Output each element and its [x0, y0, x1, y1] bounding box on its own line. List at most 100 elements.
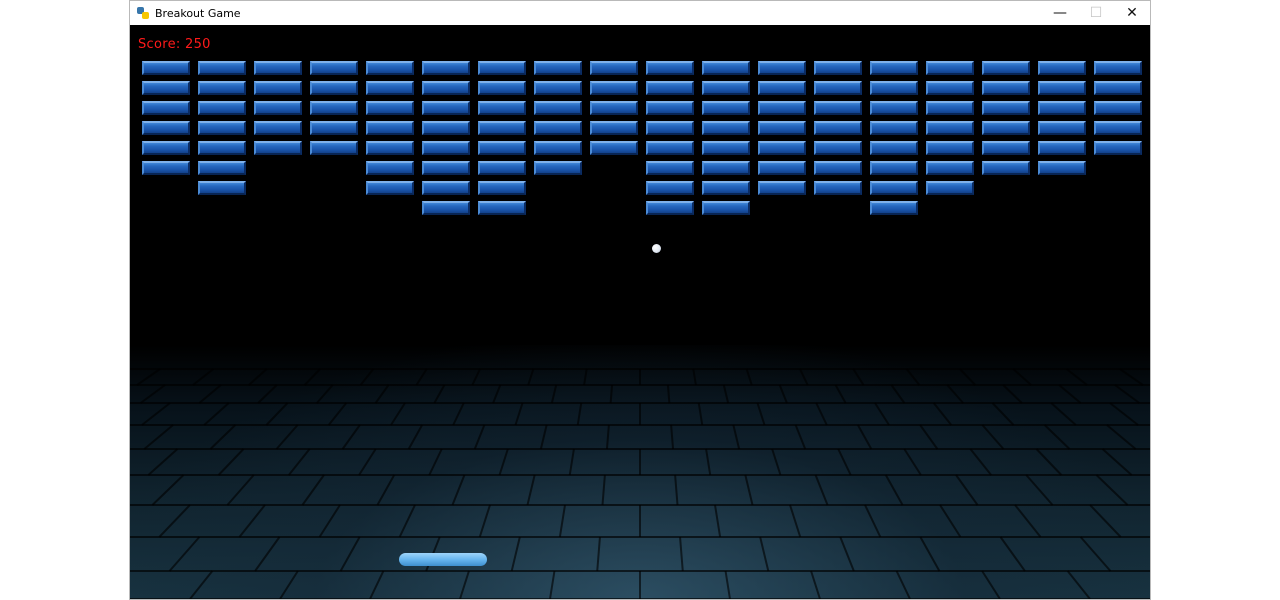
- brick: [982, 81, 1030, 95]
- brick: [870, 121, 918, 135]
- brick: [366, 141, 414, 155]
- brick: [702, 181, 750, 195]
- brick: [982, 121, 1030, 135]
- brick: [478, 201, 526, 215]
- brick: [590, 141, 638, 155]
- brick: [198, 81, 246, 95]
- brick: [926, 141, 974, 155]
- brick: [366, 61, 414, 75]
- brick: [590, 101, 638, 115]
- brick: [310, 101, 358, 115]
- brick: [422, 141, 470, 155]
- brick: [1038, 61, 1086, 75]
- brick: [926, 61, 974, 75]
- brick: [534, 61, 582, 75]
- brick: [254, 81, 302, 95]
- brick: [758, 81, 806, 95]
- python-app-icon: [137, 7, 149, 19]
- brick: [534, 141, 582, 155]
- brick: [478, 181, 526, 195]
- brick: [366, 81, 414, 95]
- brick: [870, 101, 918, 115]
- minimize-button[interactable]: —: [1042, 1, 1078, 25]
- brick: [590, 121, 638, 135]
- brick: [1038, 121, 1086, 135]
- brick: [422, 181, 470, 195]
- brick: [870, 81, 918, 95]
- window-title: Breakout Game: [155, 6, 241, 20]
- brick: [870, 201, 918, 215]
- brick: [702, 161, 750, 175]
- brick: [926, 81, 974, 95]
- brick: [926, 181, 974, 195]
- paddle[interactable]: [399, 553, 487, 566]
- brick: [254, 121, 302, 135]
- brick: [814, 101, 862, 115]
- ball: [652, 244, 661, 253]
- brick: [534, 121, 582, 135]
- brick: [198, 161, 246, 175]
- brick: [646, 101, 694, 115]
- brick: [422, 61, 470, 75]
- brick: [310, 141, 358, 155]
- brick: [1094, 61, 1142, 75]
- game-canvas[interactable]: Score: 250: [130, 25, 1150, 599]
- brick: [198, 61, 246, 75]
- brick: [142, 141, 190, 155]
- brick: [142, 161, 190, 175]
- brick: [366, 181, 414, 195]
- brick: [702, 141, 750, 155]
- brick: [646, 121, 694, 135]
- brick: [758, 181, 806, 195]
- brick: [1094, 141, 1142, 155]
- brick: [254, 101, 302, 115]
- maximize-button[interactable]: ☐: [1078, 1, 1114, 25]
- brick: [478, 141, 526, 155]
- brick: [310, 121, 358, 135]
- brick: [702, 81, 750, 95]
- brick: [814, 61, 862, 75]
- brick: [422, 201, 470, 215]
- brick: [142, 81, 190, 95]
- brick: [926, 121, 974, 135]
- brick: [758, 61, 806, 75]
- brick: [814, 161, 862, 175]
- brick: [814, 141, 862, 155]
- brick: [422, 161, 470, 175]
- brick: [422, 81, 470, 95]
- brick: [702, 201, 750, 215]
- title-bar[interactable]: Breakout Game — ☐ ✕: [130, 1, 1150, 25]
- brick: [254, 61, 302, 75]
- brick: [646, 61, 694, 75]
- brick: [702, 121, 750, 135]
- brick: [534, 81, 582, 95]
- brick: [926, 161, 974, 175]
- brick: [982, 141, 1030, 155]
- window-controls: — ☐ ✕: [1042, 1, 1150, 25]
- brick: [814, 181, 862, 195]
- brick: [142, 61, 190, 75]
- brick: [478, 121, 526, 135]
- brick: [366, 101, 414, 115]
- brick: [758, 101, 806, 115]
- brick: [422, 121, 470, 135]
- brick: [478, 81, 526, 95]
- brick: [702, 101, 750, 115]
- brick: [590, 81, 638, 95]
- brick: [366, 121, 414, 135]
- brick: [366, 161, 414, 175]
- brick: [870, 141, 918, 155]
- brick: [646, 141, 694, 155]
- brick: [310, 81, 358, 95]
- close-button[interactable]: ✕: [1114, 1, 1150, 25]
- brick: [758, 121, 806, 135]
- brick: [198, 101, 246, 115]
- brick: [982, 161, 1030, 175]
- brick: [478, 101, 526, 115]
- brick: [982, 101, 1030, 115]
- brick: [646, 181, 694, 195]
- brick: [422, 101, 470, 115]
- brick: [1038, 81, 1086, 95]
- brick: [478, 161, 526, 175]
- brick: [646, 201, 694, 215]
